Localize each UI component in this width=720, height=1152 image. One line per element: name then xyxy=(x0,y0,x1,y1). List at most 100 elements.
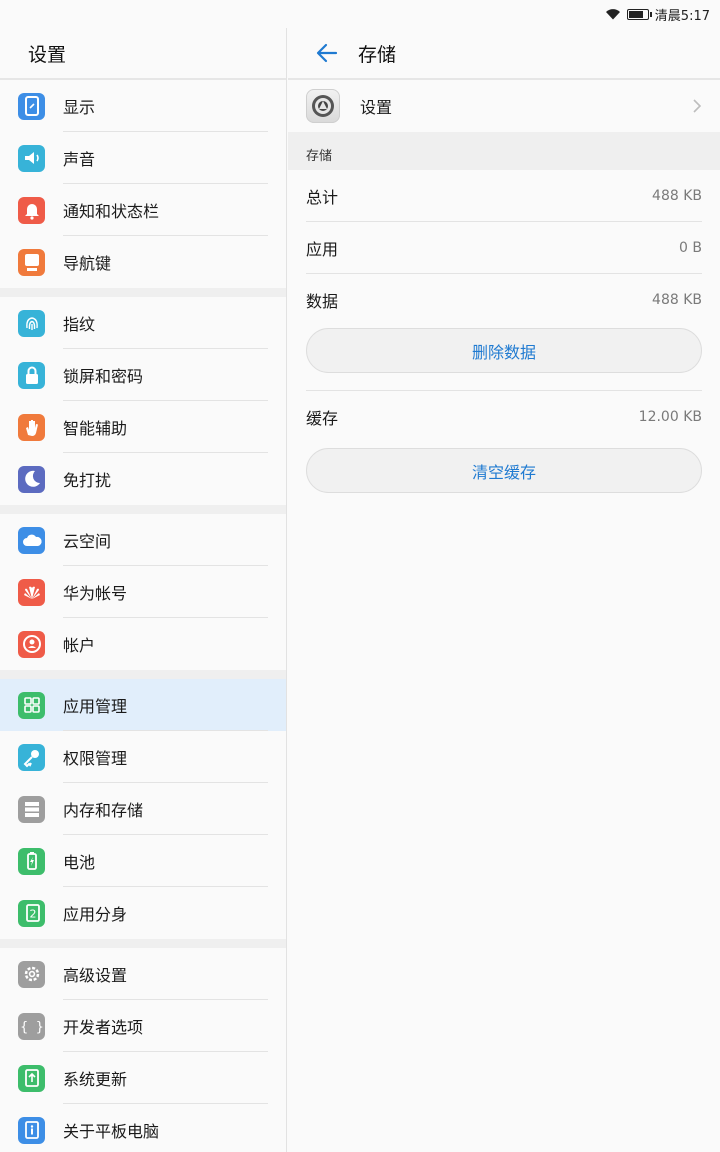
chevron-right-icon xyxy=(693,99,702,113)
battery-icon xyxy=(626,8,652,20)
total-row: 总计 488 KB xyxy=(288,170,720,222)
sidebar-item-label: 电池 xyxy=(63,853,96,872)
sidebar-item-hand[interactable]: 智能辅助 xyxy=(0,401,286,453)
sidebar-item-label: 云空间 xyxy=(63,532,112,551)
sidebar-item-app-twin[interactable]: 2 应用分身 xyxy=(0,887,286,939)
cache-value: 12.00 KB xyxy=(638,409,702,425)
sidebar-item-label: 开发者选项 xyxy=(63,1018,144,1037)
sidebar-item-label: 内存和存储 xyxy=(63,801,144,820)
sidebar-item-label: 声音 xyxy=(63,150,96,169)
total-label: 总计 xyxy=(306,188,339,207)
sidebar-item-label: 权限管理 xyxy=(63,749,128,768)
display-icon xyxy=(18,92,45,120)
sidebar-group: 应用管理权限管理内存和存储电池 2 应用分身 xyxy=(0,679,286,939)
braces-icon: { } xyxy=(18,1012,45,1040)
moon-icon xyxy=(18,465,45,493)
sidebar-item-huawei[interactable]: 华为帐号 xyxy=(0,566,286,618)
clear-data-button[interactable]: 删除数据 xyxy=(306,328,702,373)
hand-icon xyxy=(18,413,45,441)
storage-icon xyxy=(18,795,45,823)
app-size-value: 0 B xyxy=(679,240,702,256)
system-update-icon xyxy=(18,1064,45,1092)
apps-grid-icon xyxy=(18,691,45,719)
account-icon xyxy=(18,630,45,658)
sidebar-item-storage[interactable]: 内存和存储 xyxy=(0,783,286,835)
page-title: 存储 xyxy=(358,43,397,66)
wifi-icon xyxy=(605,9,620,20)
app-size-label: 应用 xyxy=(306,240,339,259)
app-name: 设置 xyxy=(360,98,393,117)
sidebar-item-cloud[interactable]: 云空间 xyxy=(0,514,286,566)
settings-sidebar: 设置 显示声音通知和状态栏 导航键指纹锁屏和密码智能辅助免打扰云空间华为帐号帐户应… xyxy=(0,28,287,1152)
clear-data-wrap: 删除数据 xyxy=(288,326,720,391)
sidebar-title: 设置 xyxy=(0,28,286,80)
sidebar-item-braces[interactable]: { } 开发者选项 xyxy=(0,1000,286,1052)
storage-section-label: 存储 xyxy=(288,132,720,170)
sidebar-item-label: 导航键 xyxy=(63,254,112,273)
navigation-key-icon xyxy=(18,248,45,276)
sidebar-item-label: 指纹 xyxy=(63,315,96,334)
sidebar-item-battery[interactable]: 电池 xyxy=(0,835,286,887)
group-separator xyxy=(0,670,286,679)
info-icon xyxy=(18,1116,45,1144)
sidebar-item-label: 显示 xyxy=(63,98,96,117)
key-icon xyxy=(18,743,45,771)
huawei-icon xyxy=(18,578,45,606)
sidebar-item-moon[interactable]: 免打扰 xyxy=(0,453,286,505)
sidebar-item-label: 关于平板电脑 xyxy=(63,1122,160,1141)
detail-header: 存储 xyxy=(288,28,720,80)
svg-text:2: 2 xyxy=(29,908,36,921)
sidebar-item-display[interactable]: 显示 xyxy=(0,80,286,132)
sidebar-item-info[interactable]: 关于平板电脑 xyxy=(0,1104,286,1152)
sidebar-item-label: 免打扰 xyxy=(63,471,112,490)
sidebar-group: 显示声音通知和状态栏 导航键 xyxy=(0,80,286,288)
data-value: 488 KB xyxy=(652,292,702,308)
sidebar-item-system-update[interactable]: 系统更新 xyxy=(0,1052,286,1104)
svg-text:{ }: { } xyxy=(20,1020,43,1035)
sidebar-group: 高级设置 { } 开发者选项系统更新关于平板电脑 xyxy=(0,948,286,1152)
cache-row: 缓存 12.00 KB xyxy=(288,391,720,443)
sidebar-item-key[interactable]: 权限管理 xyxy=(0,731,286,783)
gear-icon xyxy=(18,960,45,988)
sidebar-item-label: 华为帐号 xyxy=(63,584,128,603)
app-info-row[interactable]: 设置 xyxy=(288,80,720,132)
sidebar-item-label: 智能辅助 xyxy=(63,419,128,438)
sidebar-item-notification-bell[interactable]: 通知和状态栏 xyxy=(0,184,286,236)
group-separator xyxy=(0,939,286,948)
back-arrow-icon[interactable] xyxy=(314,40,340,66)
group-separator xyxy=(0,288,286,297)
sidebar-item-label: 高级设置 xyxy=(63,966,128,985)
clear-cache-wrap: 清空缓存 xyxy=(288,443,720,511)
sidebar-item-fingerprint[interactable]: 指纹 xyxy=(0,297,286,349)
storage-detail-pane: 存储 设置 存储 总计 488 KB 应用 0 B 数据 488 KB 删除数据 xyxy=(288,28,720,1152)
clock: 清晨5:17 xyxy=(654,8,710,24)
sidebar-item-account[interactable]: 帐户 xyxy=(0,618,286,670)
total-value: 488 KB xyxy=(652,188,702,204)
sidebar-item-label: 通知和状态栏 xyxy=(63,202,160,221)
clear-cache-button[interactable]: 清空缓存 xyxy=(306,448,702,493)
sidebar-group: 云空间 华为帐号 帐户 xyxy=(0,514,286,670)
battery-icon xyxy=(18,847,45,875)
sidebar-item-lock[interactable]: 锁屏和密码 xyxy=(0,349,286,401)
sidebar-item-apps-grid[interactable]: 应用管理 xyxy=(0,679,286,731)
sidebar-item-navigation-key[interactable]: 导航键 xyxy=(0,236,286,288)
sidebar-item-label: 系统更新 xyxy=(63,1070,128,1089)
sidebar-item-label: 帐户 xyxy=(63,636,96,655)
settings-app-icon xyxy=(306,89,340,123)
cloud-icon xyxy=(18,526,45,554)
fingerprint-icon xyxy=(18,309,45,337)
app-size-row: 应用 0 B xyxy=(288,222,720,274)
app-twin-icon: 2 xyxy=(18,899,45,927)
group-separator xyxy=(0,505,286,514)
sidebar-item-sound[interactable]: 声音 xyxy=(0,132,286,184)
sidebar-item-gear[interactable]: 高级设置 xyxy=(0,948,286,1000)
sidebar-item-label: 应用分身 xyxy=(63,905,128,924)
status-bar: 清晨5:17 xyxy=(0,0,720,28)
sidebar-item-label: 应用管理 xyxy=(63,697,128,716)
cache-label: 缓存 xyxy=(306,409,339,428)
sidebar-group: 指纹锁屏和密码智能辅助免打扰 xyxy=(0,297,286,505)
lock-icon xyxy=(18,361,45,389)
sidebar-item-label: 锁屏和密码 xyxy=(63,367,144,386)
data-row: 数据 488 KB xyxy=(288,274,720,326)
data-label: 数据 xyxy=(306,292,339,311)
